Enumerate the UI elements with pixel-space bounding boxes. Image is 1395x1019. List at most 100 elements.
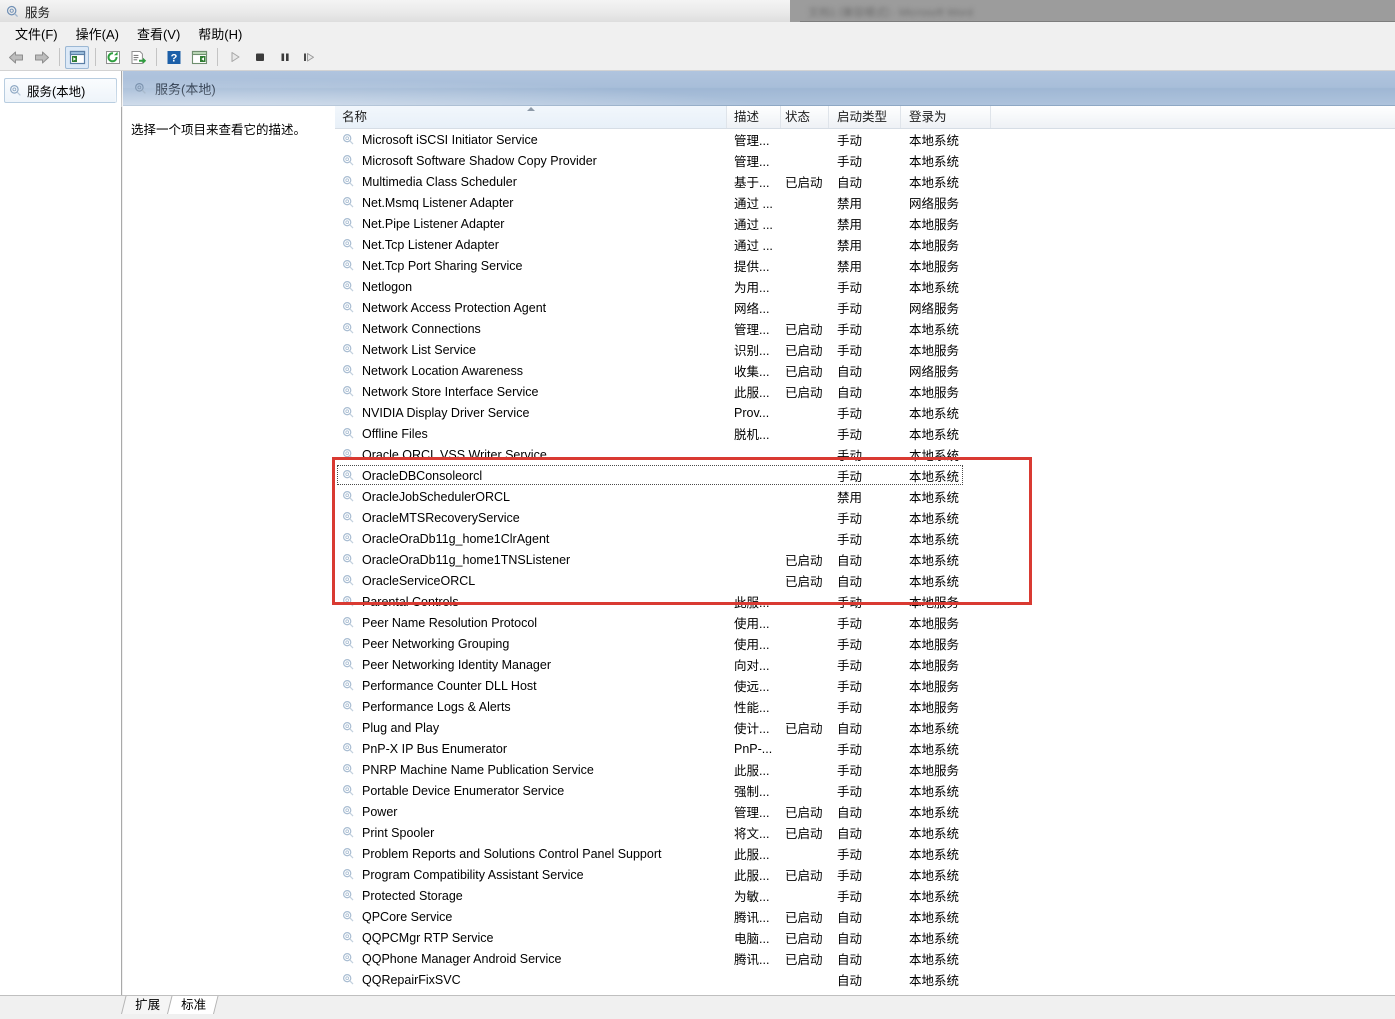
table-row[interactable]: Netlogon 为用... 手动 本地系统 (335, 276, 1395, 297)
service-gear-icon (342, 196, 355, 209)
table-row[interactable]: OracleServiceORCL 已启动 自动 本地系统 (335, 570, 1395, 591)
table-row[interactable]: Parental Controls 此服... 手动 本地服务 (335, 591, 1395, 612)
cell-logon-as: 本地系统 (909, 428, 960, 442)
cell-logon-as: 本地系统 (909, 449, 960, 463)
column-header-startup-type[interactable]: 启动类型 (829, 106, 901, 128)
table-row[interactable]: PNRP Machine Name Publication Service 此服.… (335, 759, 1395, 780)
table-row[interactable]: Protected Storage 为敏... 手动 本地系统 (335, 885, 1395, 906)
pause-service-icon[interactable] (273, 46, 297, 69)
column-header-name[interactable]: 名称 (335, 106, 727, 128)
cell-description: 管理... (734, 155, 770, 169)
table-row[interactable]: NVIDIA Display Driver Service Prov... 手动 本地… (335, 402, 1395, 423)
help-icon[interactable]: ? (162, 46, 186, 69)
table-row[interactable]: Microsoft Software Shadow Copy Provider 管… (335, 150, 1395, 171)
table-row[interactable]: OracleOraDb11g_home1ClrAgent 手动 本地系统 (335, 528, 1395, 549)
table-row[interactable]: OracleJobSchedulerORCL 禁用 本地系统 (335, 486, 1395, 507)
table-row[interactable]: Print Spooler 将文... 已启动 自动 本地系统 (335, 822, 1395, 843)
table-row[interactable]: Performance Logs & Alerts 性能... 手动 本地服务 (335, 696, 1395, 717)
table-row[interactable]: Net.Tcp Listener Adapter 通过 ... 禁用 本地服务 (335, 234, 1395, 255)
service-gear-icon (342, 301, 355, 314)
column-header-logon-as[interactable]: 登录为 (901, 106, 991, 128)
column-header-status-label: 状态 (785, 110, 811, 124)
table-row[interactable]: Network Store Interface Service 此服... 已启动自… (335, 381, 1395, 402)
table-row[interactable]: Plug and Play 使计... 已启动 自动 本地系统 (335, 717, 1395, 738)
table-row[interactable]: Network Access Protection Agent 网络... 手动 网络… (335, 297, 1395, 318)
cell-startup-type: 禁用 (837, 260, 863, 274)
cell-status: 已启动 (785, 344, 823, 358)
service-name-label: Protected Storage (362, 888, 463, 903)
cell-description: 通过 ... (734, 239, 773, 253)
table-row[interactable]: Peer Name Resolution Protocol 使用... 手动 本地服务 (335, 612, 1395, 633)
show-hide-console-tree-icon[interactable] (65, 45, 89, 69)
export-list-icon[interactable] (126, 46, 150, 69)
table-row[interactable]: Offline Files 脱机... 手动 本地系统 (335, 423, 1395, 444)
table-row[interactable]: Net.Pipe Listener Adapter 通过 ... 禁用 本地服务 (335, 213, 1395, 234)
cell-logon-as: 本地系统 (909, 512, 960, 526)
table-row[interactable]: Net.Msmq Listener Adapter 通过 ... 禁用 网络服务 (335, 192, 1395, 213)
table-row[interactable]: QQRepairFixSVC 自动 本地系统 (335, 969, 1395, 990)
cell-startup-type: 自动 (837, 953, 863, 967)
cell-status: 已启动 (785, 176, 823, 190)
refresh-icon[interactable] (101, 46, 125, 69)
service-gear-icon (342, 658, 355, 671)
cell-service-name: Problem Reports and Solutions Control Pa… (335, 847, 727, 861)
table-row[interactable]: Multimedia Class Scheduler 基于... 已启动 自动 本地系统 (335, 171, 1395, 192)
table-row[interactable]: Power 管理... 已启动 自动 本地系统 (335, 801, 1395, 822)
table-row[interactable]: Performance Counter DLL Host 使远... 手动 本地服务 (335, 675, 1395, 696)
service-name-label: QQPCMgr RTP Service (362, 930, 494, 945)
table-row[interactable]: Peer Networking Identity Manager 向对... 手动 本… (335, 654, 1395, 675)
table-row[interactable]: PnP-X IP Bus Enumerator PnP-... 手动 本地系统 (335, 738, 1395, 759)
restart-service-icon[interactable] (298, 46, 322, 69)
table-row[interactable]: OracleDBConsoleorcl 手动 本地系统 (335, 465, 1395, 486)
cell-description: 为敏... (734, 890, 770, 904)
services-listview[interactable]: 名称 描述 状态 启动类型 登录为 Microsoft iSCSI Initia… (335, 106, 1395, 995)
service-gear-icon (342, 679, 355, 692)
table-row[interactable]: OracleOraDb11g_home1TNSListener 已启动 自动 本地系统 (335, 549, 1395, 570)
table-row[interactable]: Oracle ORCL VSS Writer Service 手动 本地系统 (335, 444, 1395, 465)
svg-text:?: ? (171, 52, 178, 64)
table-row[interactable]: QQPCMgr RTP Service 电脑... 已启动 自动 本地系统 (335, 927, 1395, 948)
cell-logon-as: 本地服务 (909, 638, 960, 652)
start-service-icon[interactable] (223, 46, 247, 69)
column-header-description[interactable]: 描述 (727, 106, 781, 128)
cell-service-name: OracleOraDb11g_home1TNSListener (335, 553, 727, 567)
menu-view[interactable]: 查看(V) (128, 22, 189, 45)
cell-description: 性能... (734, 701, 770, 715)
column-header-status[interactable]: 状态 (781, 106, 829, 128)
tab-standard-label: 标准 (181, 998, 207, 1012)
background-window-title: 文档1 [兼容模式] - Microsoft Word (808, 7, 973, 17)
tree-item-services-local[interactable]: 服务(本地) (4, 78, 117, 103)
table-row[interactable]: Portable Device Enumerator Service 强制... 手… (335, 780, 1395, 801)
tab-extended[interactable]: 扩展 (120, 996, 173, 1016)
menu-file[interactable]: 文件(F) (6, 22, 67, 45)
back-arrow-icon[interactable] (4, 46, 28, 69)
forward-arrow-icon[interactable] (29, 46, 53, 69)
menu-action[interactable]: 操作(A) (67, 22, 128, 45)
cell-startup-type: 禁用 (837, 491, 863, 505)
table-row[interactable]: Problem Reports and Solutions Control Pa… (335, 843, 1395, 864)
show-hide-action-pane-icon[interactable] (187, 46, 211, 69)
service-name-label: Print Spooler (362, 825, 435, 840)
table-row[interactable]: OracleMTSRecoveryService 手动 本地系统 (335, 507, 1395, 528)
table-row[interactable]: Network Connections 管理... 已启动 手动 本地系统 (335, 318, 1395, 339)
table-row[interactable]: Network List Service 识别... 已启动 手动 本地服务 (335, 339, 1395, 360)
service-gear-icon (342, 700, 355, 713)
toolbar-separator-1 (59, 48, 60, 66)
table-row[interactable]: QPCore Service 腾讯... 已启动 自动 本地系统 (335, 906, 1395, 927)
service-name-label: Microsoft iSCSI Initiator Service (362, 132, 538, 147)
table-row[interactable]: Program Compatibility Assistant Service 此… (335, 864, 1395, 885)
table-row[interactable]: Net.Tcp Port Sharing Service 提供... 禁用 本地服务 (335, 255, 1395, 276)
cell-service-name: Network Access Protection Agent (335, 301, 727, 315)
stop-service-icon[interactable] (248, 46, 272, 69)
cell-logon-as: 本地系统 (909, 176, 960, 190)
cell-logon-as: 网络服务 (909, 365, 960, 379)
service-name-label: OracleOraDb11g_home1TNSListener (362, 552, 571, 567)
cell-logon-as: 本地服务 (909, 617, 960, 631)
table-row[interactable]: Microsoft iSCSI Initiator Service 管理... 手动… (335, 129, 1395, 150)
table-row[interactable]: Network Location Awareness 收集... 已启动 自动 网络服务 (335, 360, 1395, 381)
service-gear-icon (342, 133, 355, 146)
menu-help[interactable]: 帮助(H) (189, 22, 251, 45)
tab-standard[interactable]: 标准 (166, 996, 219, 1016)
table-row[interactable]: Peer Networking Grouping 使用... 手动 本地服务 (335, 633, 1395, 654)
table-row[interactable]: QQPhone Manager Android Service 腾讯... 已启动自… (335, 948, 1395, 969)
